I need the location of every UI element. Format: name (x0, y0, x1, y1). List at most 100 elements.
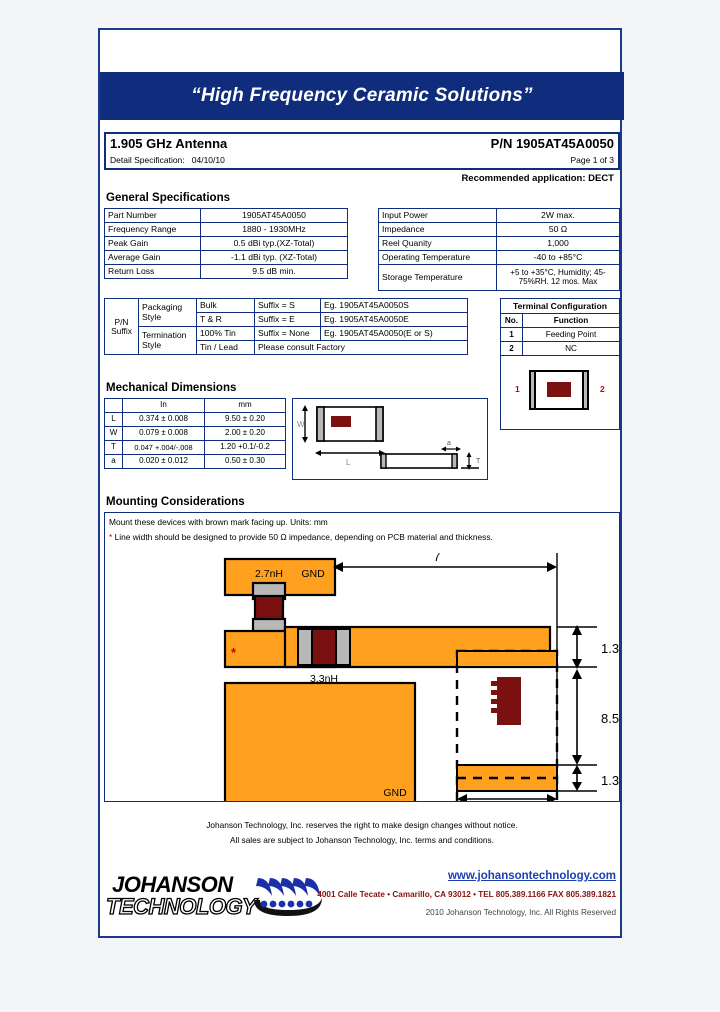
label-gnd-top: GND (301, 568, 325, 580)
johanson-logo: JOHANSON TECHNOLOGY (105, 870, 326, 928)
terminal-config-heading: Terminal Configuration (501, 299, 619, 314)
mechanical-dimensions-table: In mm L 0.374 ± 0.008 9.50 ± 0.20 W 0.07… (104, 398, 286, 469)
table-row: Peak Gain 0.5 dBi typ.(XZ-Total) (104, 236, 348, 251)
chip-brown-mark (547, 382, 571, 397)
terminal-function: Feeding Point (545, 330, 597, 339)
pn-group-label: Packaging Style (138, 298, 197, 327)
banner-tagline: “High Frequency Ceramic Solutions” (191, 85, 533, 106)
environmental-specs-table: Input Power 2W max. Impedance 50 Ω Reel … (378, 208, 620, 291)
detail-spec-label: Detail Specification: (110, 155, 185, 165)
spec-label: Peak Gain (104, 236, 201, 251)
pcb-layout-svg: * 7 1.3 8.5 1.3 2.7nH GND 3.3nH GND (223, 553, 619, 801)
table-row: W 0.079 ± 0.008 2.00 ± 0.20 (104, 426, 286, 441)
table-row: Reel Quanity 1,000 (378, 236, 620, 251)
table-row: Storage Temperature +5 to +35°C, Humidit… (378, 264, 620, 291)
mounting-considerations-heading: Mounting Considerations (106, 496, 245, 508)
company-address: 4001 Calle Tecate • Camarillo, CA 93012 … (317, 890, 616, 899)
detail-spec: Detail Specification: 04/10/10 (110, 155, 225, 165)
terminal-chip-diagram: 1 2 (501, 356, 619, 426)
table-row: Termination Style 100% Tin Suffix = None… (105, 326, 468, 355)
pn-example: Eg. 1905AT45A0050E (320, 312, 468, 327)
chip-terminal-right (582, 370, 589, 410)
general-specifications-heading: General Specifications (106, 192, 230, 204)
terminal-function-header: Function (553, 316, 589, 325)
title-block: 1.905 GHz Antenna P/N 1905AT45A0050 Deta… (104, 132, 620, 170)
pn-option: Tin / Lead (196, 340, 255, 355)
pn-example: Eg. 1905AT45A0050S (320, 298, 468, 313)
spec-value: 1880 - 1930MHz (200, 222, 348, 237)
page-title: 1.905 GHz Antenna (110, 136, 228, 151)
part-number: P/N 1905AT45A0050 (490, 136, 614, 151)
table-row: Average Gain -1.1 dBi typ. (XZ-Total) (104, 250, 348, 265)
spec-label: Storage Temperature (378, 264, 497, 291)
table-row: P/N Suffix Packaging Style Bulk Suffix =… (104, 298, 468, 355)
recommended-application: Recommended application: DECT (461, 173, 614, 184)
mounting-diagram-box: Mount these devices with brown mark faci… (104, 512, 620, 802)
dim-label-7: 7 (433, 553, 440, 564)
mounting-note-2: * Line width should be designed to provi… (109, 532, 493, 542)
mech-symbol: W (104, 426, 123, 441)
mounting-note-2-text: Line width should be designed to provide… (114, 532, 493, 542)
label-inductor-bottom: 3.3nH (310, 673, 338, 685)
spec-value: -1.1 dBi typ. (XZ-Total) (200, 250, 348, 265)
mech-in-value: 0.020 ± 0.012 (122, 454, 205, 469)
spec-label: Average Gain (104, 250, 201, 265)
spec-value: 1,000 (496, 236, 620, 251)
general-specs-table: Part Number 1905AT45A0050 Frequency Rang… (104, 208, 348, 279)
mech-in-header: In (122, 398, 205, 413)
table-header-row: In mm (104, 398, 286, 413)
pn-suffix-corner-label: P/N Suffix (104, 298, 139, 355)
mechanical-drawing-svg: W L a T (297, 405, 481, 470)
spec-label: Reel Quanity (378, 236, 497, 251)
table-row: Input Power 2W max. (378, 208, 620, 223)
callout-w: W (297, 420, 305, 429)
dim-label-13-top: 1.3 (601, 641, 619, 656)
copyright-notice: 2010 Johanson Technology, Inc. All Right… (425, 908, 616, 917)
pn-suffix-table: P/N Suffix Packaging Style Bulk Suffix =… (104, 298, 468, 355)
footer-disclaimer-1: Johanson Technology, Inc. reserves the r… (206, 820, 518, 830)
terminal-configuration-box: Terminal Configuration No. Function 1 Fe… (500, 298, 620, 430)
spec-label: Return Loss (104, 264, 201, 279)
pn-suffix-code: Suffix = E (254, 312, 321, 327)
mechanical-drawing: W L a T (292, 398, 488, 480)
mech-symbol: T (104, 440, 123, 455)
mounting-note-1: Mount these devices with brown mark faci… (109, 517, 328, 527)
spec-value: 2W max. (496, 208, 620, 223)
mech-symbol: a (104, 454, 123, 469)
terminal-no-header: No. (501, 314, 523, 327)
label-inductor-top: 2.7nH (255, 568, 283, 580)
table-row: L 0.374 ± 0.008 9.50 ± 0.20 (104, 412, 286, 427)
pn-suffix-code: Please consult Factory (254, 340, 468, 355)
table-row: 1 Feeding Point (501, 328, 619, 342)
terminal-no: 1 (501, 328, 523, 341)
spec-label: Impedance (378, 222, 497, 237)
spec-value: 1905AT45A0050 (200, 208, 348, 223)
detail-spec-date: 04/10/10 (191, 155, 225, 165)
pin-label-2: 2 (600, 384, 605, 394)
callout-l: L (346, 458, 351, 467)
pin-label-1: 1 (515, 384, 520, 394)
dim-label-85: 8.5 (601, 711, 619, 726)
asterisk-icon: * (109, 532, 113, 542)
website-link[interactable]: www.johansontechnology.com (448, 870, 616, 882)
spec-label: Operating Temperature (378, 250, 497, 265)
callout-a: a (447, 440, 451, 447)
pn-option: 100% Tin (196, 326, 255, 341)
table-row: Frequency Range 1880 - 1930MHz (104, 222, 348, 237)
page-indicator: Page 1 of 3 (570, 155, 614, 165)
pn-suffix-code: Suffix = S (254, 298, 321, 313)
table-row: Impedance 50 Ω (378, 222, 620, 237)
spec-value: -40 to +85°C (496, 250, 620, 265)
spec-label: Frequency Range (104, 222, 201, 237)
mech-in-value: 0.079 ± 0.008 (122, 426, 205, 441)
pn-option: Bulk (196, 298, 255, 313)
footer-disclaimer-2: All sales are subject to Johanson Techno… (230, 835, 494, 845)
pn-suffix-code: Suffix = None (254, 326, 321, 341)
spec-value: 9.5 dB min. (200, 264, 348, 279)
mech-mm-value: 1.20 +0.1/-0.2 (204, 440, 286, 455)
spec-value: 50 Ω (496, 222, 620, 237)
mech-symbol: L (104, 412, 123, 427)
label-gnd-bottom: GND (383, 787, 407, 799)
pn-group-label: Termination Style (138, 326, 197, 355)
datasheet-page: “High Frequency Ceramic Solutions” 1.905… (0, 0, 720, 1012)
